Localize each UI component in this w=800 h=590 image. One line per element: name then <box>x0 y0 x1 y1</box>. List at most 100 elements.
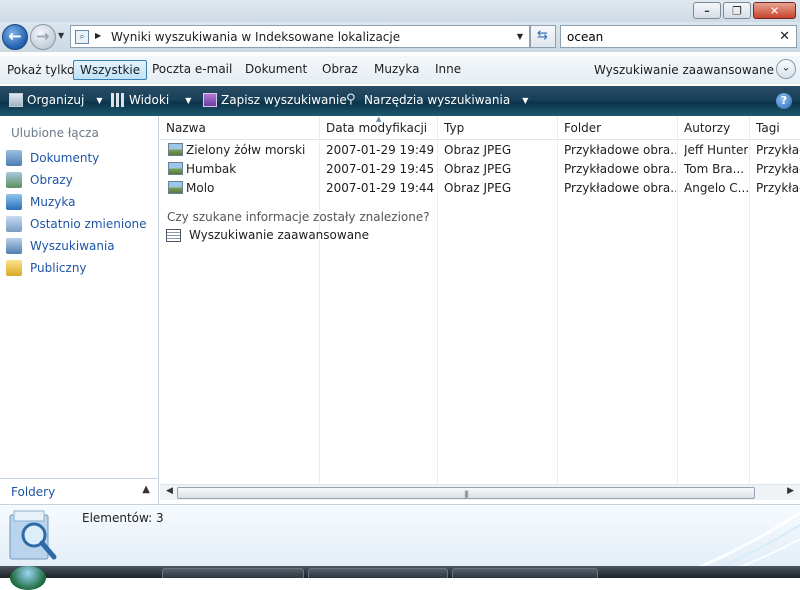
file-date: 2007-01-29 19:45 <box>326 162 435 176</box>
file-authors: Angelo C... <box>684 181 748 195</box>
refresh-button[interactable]: ⇆ <box>530 25 556 48</box>
column-header-type[interactable]: Typ <box>444 121 464 135</box>
sidebar-item-documents[interactable]: Dokumenty <box>6 148 99 168</box>
advanced-search-expand-button[interactable]: ⌄ <box>776 59 796 79</box>
file-name: Humbak <box>186 162 237 176</box>
command-toolbar: Organizuj ▼ Widoki ▼ Zapisz wyszukiwanie… <box>0 86 800 116</box>
horizontal-scrollbar[interactable]: ◀ ||| ▶ <box>160 484 800 500</box>
file-tags: Przykład <box>756 181 800 195</box>
scroll-right-icon[interactable]: ▶ <box>787 486 794 496</box>
taskbar-button[interactable] <box>308 568 448 578</box>
sidebar-item-public[interactable]: Publiczny <box>6 258 87 278</box>
search-folder-icon: ⌕ <box>75 30 89 44</box>
breadcrumb-path[interactable]: Wyniki wyszukiwania w Indeksowane lokali… <box>111 30 400 44</box>
scroll-left-icon[interactable]: ◀ <box>166 486 173 496</box>
chevron-down-icon: ⌄ <box>781 62 791 74</box>
column-header-authors[interactable]: Autorzy <box>684 121 730 135</box>
start-button[interactable] <box>10 566 46 590</box>
item-count: Elementów: 3 <box>82 511 164 525</box>
advanced-search-icon <box>166 228 181 242</box>
close-icon: ✕ <box>769 4 780 17</box>
favorite-links-heading: Ulubione łącza <box>11 126 99 140</box>
results-pane: Nazwa Data modyfikacji ▲ Typ Folder Auto… <box>160 115 800 504</box>
sidebar-item-label: Dokumenty <box>30 151 100 165</box>
organize-icon <box>9 93 23 107</box>
sidebar-item-pictures[interactable]: Obrazy <box>6 170 73 190</box>
views-menu[interactable]: Widoki ▼ <box>111 93 191 107</box>
sidebar-item-label: Publiczny <box>30 261 87 275</box>
sidebar-item-label: Ostatnio zmienione <box>30 217 147 231</box>
folders-label: Foldery <box>11 485 56 499</box>
address-bar[interactable]: ⌕ ▶ Wyniki wyszukiwania w Indeksowane lo… <box>70 25 530 48</box>
filter-email-button[interactable]: Poczta e-mail <box>146 60 238 80</box>
back-button[interactable]: ← <box>2 24 28 50</box>
table-row[interactable]: Humbak 2007-01-29 19:45 Obraz JPEG Przyk… <box>160 159 800 178</box>
views-icon <box>111 93 125 107</box>
advanced-search-label: Wyszukiwanie zaawansowane <box>189 228 370 242</box>
filter-label: Pokaż tylko: <box>7 63 79 77</box>
breadcrumb-chevron-icon[interactable]: ▶ <box>95 31 101 40</box>
address-dropdown-icon[interactable]: ▼ <box>517 32 523 41</box>
search-tools-menu[interactable]: ⚲ Narzędzia wyszukiwania ▼ <box>346 93 529 108</box>
recent-icon <box>6 216 22 232</box>
file-name: Molo <box>186 181 215 195</box>
file-type: Obraz JPEG <box>444 143 512 157</box>
table-row[interactable]: Zielony żółw morski 2007-01-29 19:49 Obr… <box>160 140 800 159</box>
sidebar-item-music[interactable]: Muzyka <box>6 192 75 212</box>
address-row: ← → ▼ ⌕ ▶ Wyniki wyszukiwania w Indeksow… <box>0 22 800 52</box>
filter-all-button[interactable]: Wszystkie <box>73 60 148 80</box>
filter-other-button[interactable]: Inne <box>429 60 467 80</box>
taskbar-button[interactable] <box>452 568 598 578</box>
scrollbar-thumb[interactable]: ||| <box>177 487 755 499</box>
image-file-icon <box>168 181 183 194</box>
column-header-row: Nazwa Data modyfikacji ▲ Typ Folder Auto… <box>160 115 800 140</box>
file-type: Obraz JPEG <box>444 181 512 195</box>
sidebar-item-searches[interactable]: Wyszukiwania <box>6 236 115 256</box>
chevron-down-icon: ▼ <box>522 95 529 105</box>
details-pane: Elementów: 3 <box>0 504 800 567</box>
minimize-button[interactable]: – <box>693 2 721 19</box>
refresh-icon: ⇆ <box>537 28 548 43</box>
search-tools-label: Narzędzia wyszukiwania <box>364 93 511 107</box>
navigation-pane: Ulubione łącza Dokumenty Obrazy Muzyka O… <box>0 116 159 504</box>
search-box[interactable]: ✕ <box>560 25 797 48</box>
file-tags: Przykład <box>756 143 800 157</box>
restore-icon: ❐ <box>732 4 742 17</box>
column-header-tags[interactable]: Tagi <box>756 121 780 135</box>
sidebar-item-recent[interactable]: Ostatnio zmienione <box>6 214 147 234</box>
folders-toggle[interactable]: Foldery ▲ <box>0 478 158 504</box>
column-header-date[interactable]: Data modyfikacji <box>326 121 427 135</box>
save-search-button[interactable]: Zapisz wyszukiwanie <box>203 93 347 107</box>
image-file-icon <box>168 143 183 156</box>
table-row[interactable]: Molo 2007-01-29 19:44 Obraz JPEG Przykła… <box>160 178 800 197</box>
restore-button[interactable]: ❐ <box>723 2 751 19</box>
column-header-folder[interactable]: Folder <box>564 121 601 135</box>
file-authors: Jeff Hunter <box>684 143 748 157</box>
organize-menu[interactable]: Organizuj ▼ <box>9 93 102 107</box>
file-authors: Tom Bra... <box>684 162 745 176</box>
taskbar-button[interactable] <box>162 568 304 578</box>
column-header-name[interactable]: Nazwa <box>166 121 206 135</box>
organize-label: Organizuj <box>27 93 85 107</box>
save-search-label: Zapisz wyszukiwanie <box>221 93 347 107</box>
file-folder: Przykładowe obra... <box>564 162 676 176</box>
history-dropdown-icon[interactable]: ▼ <box>58 31 64 40</box>
sidebar-item-label: Wyszukiwania <box>30 239 115 253</box>
pictures-icon <box>6 172 22 188</box>
filter-music-button[interactable]: Muzyka <box>368 60 425 80</box>
search-folder-large-icon <box>9 510 57 560</box>
search-input[interactable] <box>567 30 767 44</box>
advanced-search-toggle[interactable]: Wyszukiwanie zaawansowane <box>594 63 774 77</box>
help-icon[interactable]: ? <box>776 93 792 109</box>
close-button[interactable]: ✕ <box>753 2 796 19</box>
filter-image-button[interactable]: Obraz <box>316 60 364 80</box>
clear-search-icon[interactable]: ✕ <box>779 29 790 44</box>
sidebar-item-label: Muzyka <box>30 195 76 209</box>
decorative-swoosh <box>699 511 800 567</box>
file-type: Obraz JPEG <box>444 162 512 176</box>
chevron-down-icon: ▼ <box>96 95 103 105</box>
filter-document-button[interactable]: Dokument <box>239 60 313 80</box>
filter-bar: Pokaż tylko: Wszystkie Poczta e-mail Dok… <box>0 56 800 84</box>
advanced-search-link[interactable]: Wyszukiwanie zaawansowane <box>166 228 369 242</box>
forward-button[interactable]: → <box>30 24 56 50</box>
